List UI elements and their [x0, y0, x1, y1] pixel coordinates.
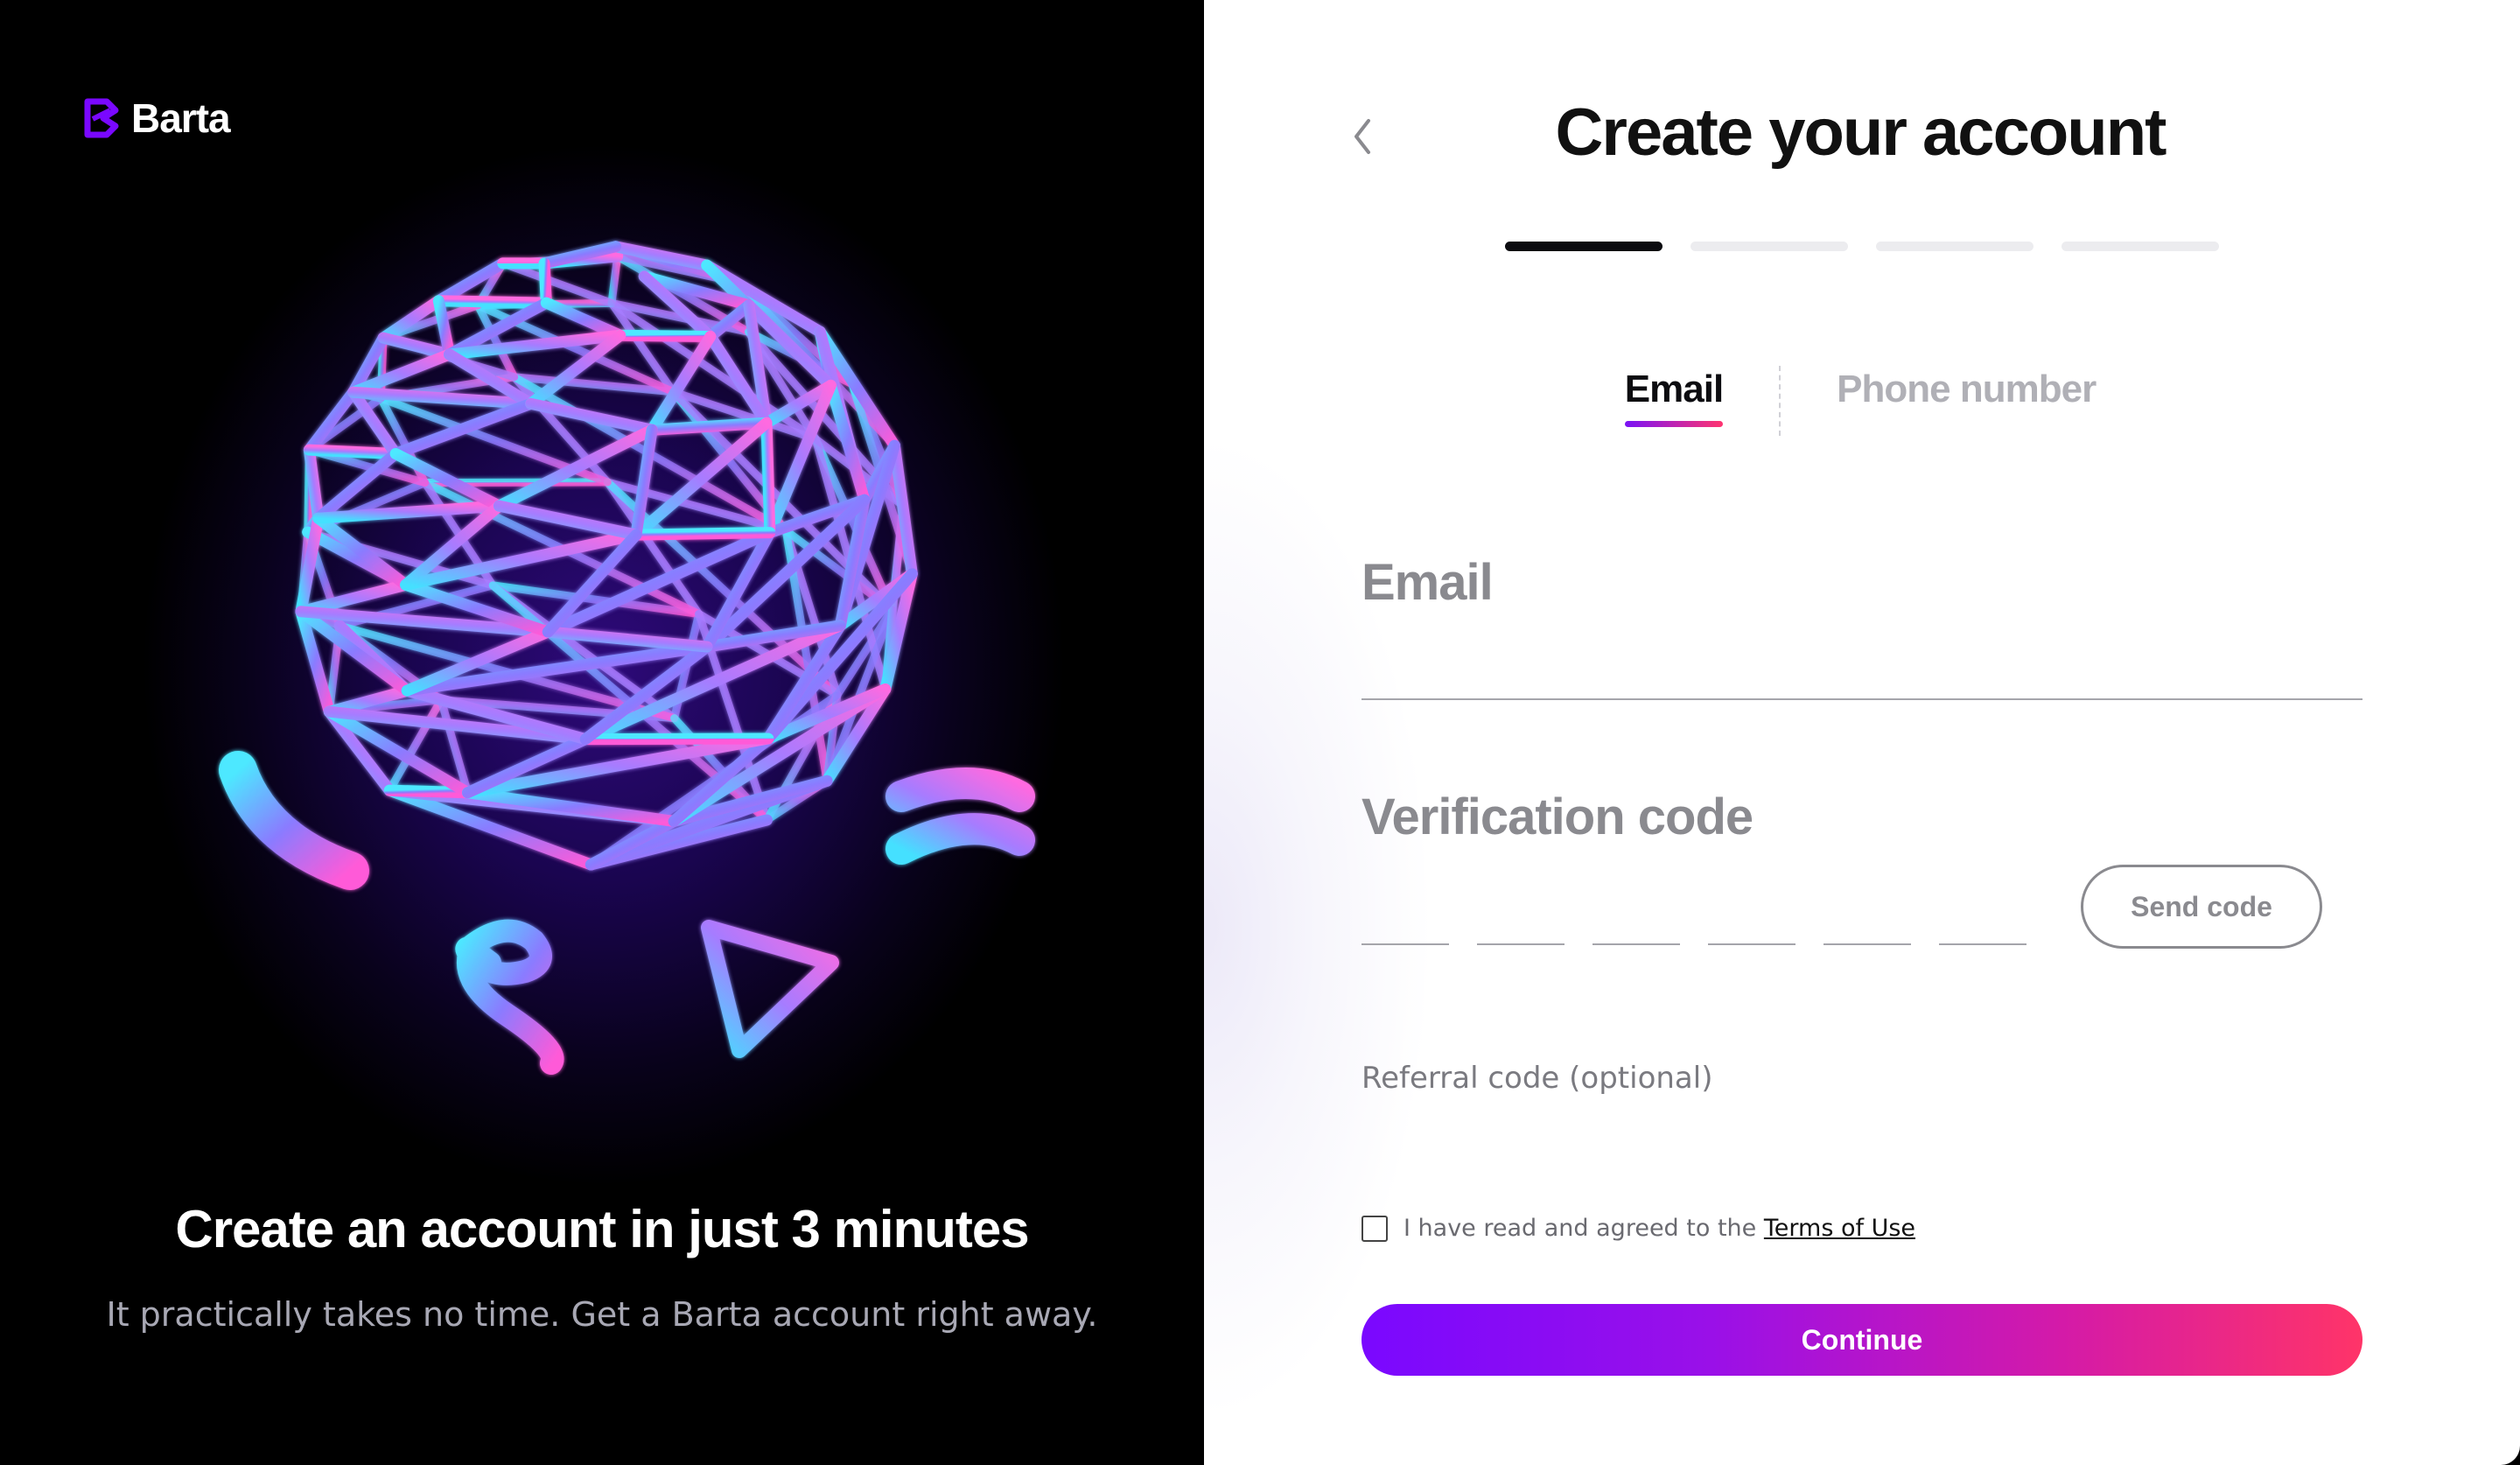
promo-title: Create an account in just 3 minutes — [175, 1200, 1029, 1258]
barta-logo-icon — [84, 98, 119, 138]
email-input[interactable] — [1362, 630, 2362, 700]
code-digit-4[interactable] — [1708, 893, 1796, 945]
tab-divider — [1779, 366, 1782, 436]
code-digit-5[interactable] — [1824, 893, 1911, 945]
email-label: Email — [1362, 554, 1494, 611]
code-digit-6[interactable] — [1939, 893, 2026, 945]
verification-code-label: Verification code — [1362, 789, 1754, 845]
promo-panel: Barta Create an account in just 3 minute… — [0, 0, 1204, 1465]
promo-subtitle: It practically takes no time. Get a Bart… — [106, 1295, 1098, 1334]
step-indicator-3 — [1876, 242, 2034, 251]
step-progress — [1505, 242, 2219, 251]
code-digit-2[interactable] — [1477, 893, 1564, 945]
tab-phone-number[interactable]: Phone number — [1837, 359, 2096, 432]
signup-form-panel: Create your account Email Phone number E… — [1204, 0, 2520, 1465]
step-indicator-4 — [2062, 242, 2219, 251]
wireframe-sphere — [295, 241, 918, 871]
continue-button[interactable]: Continue — [1362, 1304, 2362, 1376]
terms-agreement: I have read and agreed to the Terms of U… — [1362, 1215, 1915, 1242]
send-code-button[interactable]: Send code — [2081, 865, 2322, 949]
terms-checkbox[interactable] — [1362, 1215, 1388, 1242]
page-title: Create your account — [1555, 95, 2167, 170]
step-indicator-1 — [1505, 242, 1662, 251]
referral-code-field[interactable]: Referral code (optional) — [1362, 1061, 1712, 1096]
step-indicator-2 — [1690, 242, 1848, 251]
brand-name: Barta — [131, 95, 231, 141]
brand-logo: Barta — [84, 95, 231, 142]
code-digit-3[interactable] — [1592, 893, 1680, 945]
terms-of-use-link[interactable]: Terms of Use — [1764, 1215, 1915, 1242]
terms-text: I have read and agreed to the — [1404, 1215, 1757, 1242]
code-digit-1[interactable] — [1362, 893, 1449, 945]
signup-method-tabs: Email Phone number — [1204, 359, 2516, 436]
verification-code-inputs — [1362, 893, 2026, 945]
tab-email[interactable]: Email — [1624, 359, 1724, 432]
